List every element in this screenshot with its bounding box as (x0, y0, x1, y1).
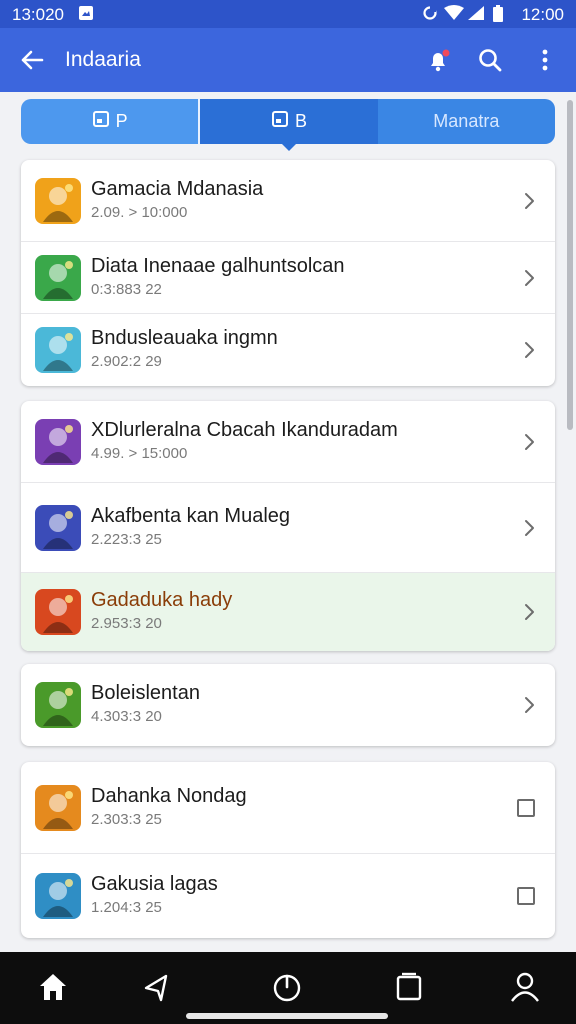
image-notification-icon (78, 5, 94, 26)
search-icon[interactable] (476, 46, 504, 74)
list-item[interactable]: XDlurleralna Cbacah Ikanduradam 4.99. > 1… (21, 401, 555, 483)
home-indicator[interactable] (186, 1013, 388, 1019)
power-icon[interactable] (270, 970, 304, 1004)
app-thumbnail (35, 589, 81, 635)
notification-bell-icon[interactable] (424, 46, 452, 74)
tablet-icon (271, 110, 289, 133)
chevron-right-icon (523, 517, 537, 539)
app-thumbnail (35, 178, 81, 224)
home-icon[interactable] (36, 970, 70, 1004)
app-name: XDlurleralna Cbacah Ikanduradam (91, 419, 398, 441)
status-clock: 12:00 (521, 5, 564, 24)
chevron-right-icon (523, 267, 537, 289)
tab-3[interactable]: Manatra (377, 99, 555, 144)
status-time: 13:0⁠20 (12, 5, 64, 24)
page-title: Indaaria (65, 48, 141, 71)
list-item[interactable]: Boleislentan 4.303:3 20 (21, 664, 555, 746)
checkbox[interactable] (517, 887, 535, 905)
profile-icon[interactable] (508, 970, 542, 1004)
chevron-right-icon (523, 431, 537, 453)
app-name: Diata Inenaae galhuntsolcan (91, 255, 345, 277)
app-thumbnail (35, 682, 81, 728)
tab-2-label: B (294, 111, 307, 131)
back-triangle-icon[interactable] (139, 970, 173, 1004)
tab-1-label: P (115, 111, 128, 131)
list-item[interactable]: Gakusia lagas 1.204:3 25 (21, 854, 555, 938)
chevron-right-icon (523, 190, 537, 212)
app-name: Gakusia lagas (91, 873, 218, 895)
app-list-card: Dahanka Nondag 2.303:3 25 Gakusia lagas 1.2… (21, 762, 555, 938)
battery-icon (493, 5, 503, 27)
app-name: Akafbenta kan Mualeg (91, 505, 291, 527)
arrow-left-icon[interactable] (18, 46, 46, 74)
list-item[interactable]: Gamacia Mdanasia 2.09. > 10:000 (21, 160, 555, 242)
scrollbar[interactable] (567, 100, 573, 430)
app-bar: Indaaria (0, 28, 576, 92)
app-meta: 4.303:3 20 (91, 708, 162, 725)
app-meta: 4.99. > 15:000 (91, 445, 188, 462)
app-meta: 2.223:3 25 (91, 531, 162, 548)
app-meta: 2.953:3 20 (91, 615, 162, 632)
chevron-right-icon (523, 694, 537, 716)
list-item[interactable]: Gadaduka hady 2.953:3 20 (21, 573, 555, 651)
app-list-card: Gamacia Mdanasia 2.09. > 10:000 Diata Inen… (21, 160, 555, 386)
app-thumbnail (35, 327, 81, 373)
tab-bar: P B Manatra (21, 99, 555, 151)
tablet-icon (92, 110, 110, 133)
chevron-right-icon (523, 601, 537, 623)
tab-1[interactable]: P (21, 99, 199, 144)
app-thumbnail (35, 785, 81, 831)
checkbox[interactable] (517, 799, 535, 817)
app-meta: 2.09. > 10:000 (91, 204, 188, 221)
sync-icon (422, 5, 438, 26)
app-thumbnail (35, 255, 81, 301)
app-meta: 2.303:3 25 (91, 811, 162, 828)
app-name: Dahanka Nondag (91, 785, 247, 807)
wifi-icon (444, 5, 464, 26)
app-thumbnail (35, 419, 81, 465)
app-meta: 0:3:883 22 (91, 281, 162, 298)
app-thumbnail (35, 505, 81, 551)
status-bar: 13:0⁠20 12:00 (0, 0, 576, 28)
recents-icon[interactable] (392, 970, 426, 1004)
app-meta: 2.902:2 29 (91, 353, 162, 370)
app-list-card: Boleislentan 4.303:3 20 (21, 664, 555, 746)
app-name: Gadaduka hady (91, 589, 233, 611)
app-list-card: XDlurleralna Cbacah Ikanduradam 4.99. > 1… (21, 401, 555, 651)
more-vert-icon[interactable] (531, 46, 559, 74)
list-item[interactable]: Bndusleauaka ingmn 2.902:2 29 (21, 314, 555, 386)
tab-2[interactable]: B (200, 99, 378, 151)
app-name: Bndusleauaka ingmn (91, 327, 278, 349)
app-name: Gamacia Mdanasia (91, 178, 264, 200)
app-name: Boleislentan (91, 682, 200, 704)
app-thumbnail (35, 873, 81, 919)
list-item[interactable]: Diata Inenaae galhuntsolcan 0:3:883 22 (21, 242, 555, 314)
app-meta: 1.204:3 25 (91, 899, 162, 916)
list-item[interactable]: Akafbenta kan Mualeg 2.223:3 25 (21, 483, 555, 573)
list-item[interactable]: Dahanka Nondag 2.303:3 25 (21, 762, 555, 854)
tab-3-label: Manatra (433, 111, 500, 131)
signal-icon (467, 5, 485, 26)
chevron-right-icon (523, 339, 537, 361)
